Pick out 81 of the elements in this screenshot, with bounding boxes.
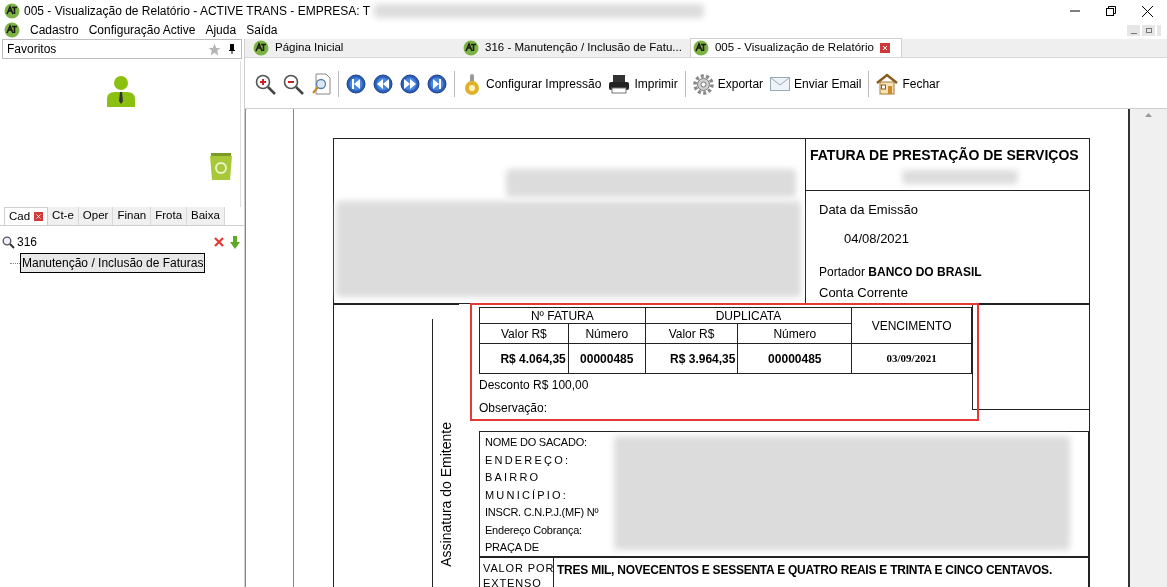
sidebar-tab[interactable]: Cad: [4, 207, 49, 225]
signature-label: Assinatura do Emitente: [436, 422, 455, 567]
star-icon[interactable]: [208, 42, 221, 56]
portador-text: Portador BANCO DO BRASIL: [819, 264, 983, 281]
toolbar-button[interactable]: Fechar: [876, 72, 940, 96]
column-header: VENCIMENTO: [851, 307, 972, 344]
field-label: ENDEREÇO:: [485, 452, 572, 468]
app-logo-icon: [463, 39, 479, 56]
recycle-bin-icon[interactable]: [208, 151, 234, 181]
sidebar-tab[interactable]: Finan: [113, 207, 152, 225]
app-logo-icon: [692, 40, 709, 56]
amount-label: EXTENSO: [483, 576, 543, 587]
column-header: Valor R$: [645, 323, 738, 344]
envelope-icon: [770, 77, 791, 91]
restore-icon[interactable]: [1106, 6, 1116, 16]
tree-item[interactable]: Manutenção / Inclusão de Faturas: [20, 253, 206, 273]
table-cell: 03/09/2021: [851, 343, 972, 374]
emission-date: 04/08/2021: [844, 229, 911, 248]
menu-item[interactable]: Ajuda: [205, 21, 237, 39]
house-icon: [876, 73, 899, 95]
toolbar-button[interactable]: Configurar Impressão: [462, 72, 602, 96]
table-cell: R$ 4.064,35: [479, 343, 569, 374]
field-label: NOME DO SACADO:: [485, 435, 588, 450]
document-tab[interactable]: Página Inicial: [251, 38, 461, 57]
field-label: BAIRRO: [485, 470, 542, 485]
menu-item[interactable]: Configuração Active: [88, 21, 196, 39]
zoom-page-icon[interactable]: [311, 73, 331, 95]
column-header: DUPLICATA: [645, 307, 852, 324]
window-title: 005 - Visualização de Relatório - ACTIVE TRANS - EMPRESA: T: [24, 3, 371, 20]
column-header: Número: [568, 323, 646, 344]
arrow-icon[interactable]: [230, 235, 240, 249]
app-logo-icon: [4, 3, 20, 19]
sidebar-tab[interactable]: Oper: [78, 207, 114, 225]
discount-text: Desconto R$ 100,00: [479, 377, 590, 394]
document-tab[interactable]: 005 - Visualização de Relatório: [689, 38, 902, 57]
gear-icon: [692, 73, 714, 95]
search-icon: [2, 235, 15, 249]
table-cell: 00000485: [737, 343, 852, 374]
minimize-button[interactable]: [1127, 24, 1140, 36]
account-label: Conta Corrente: [819, 284, 909, 302]
amount-in-words: TRES MIL, NOVECENTOS E SESSENTA E QUATRO REAIS E TRINTA E CINCO CENTAVOS.: [556, 562, 1052, 579]
favorites-title: Favoritos: [7, 41, 57, 58]
field-label: MUNICÍPIO:: [485, 487, 570, 503]
column-header: Nº FATURA: [479, 307, 646, 324]
last-page-icon[interactable]: [427, 74, 447, 94]
up-arrow-icon[interactable]: [1145, 113, 1152, 117]
document-tab[interactable]: 316 - Manutenção / Inclusão de Fatu...: [461, 38, 690, 57]
emission-label: Data da Emissão: [819, 201, 919, 219]
toolbar-button[interactable]: Exportar: [692, 72, 764, 96]
invoice-title: FATURA DE PRESTAÇÃO DE SERVIÇOS: [810, 146, 1080, 165]
column-header: Valor R$: [479, 323, 569, 344]
sidebar-tab[interactable]: Frota: [151, 207, 188, 225]
sidebar-tab[interactable]: Ct-e: [48, 207, 79, 225]
toolbar-button[interactable]: Enviar Email: [770, 72, 862, 96]
field-label: INSCR. C.N.P.J.(MF) Nº: [485, 505, 600, 520]
field-label: PRAÇA DE: [485, 540, 540, 555]
app-logo-icon: [4, 22, 20, 38]
zoom-out-icon[interactable]: [283, 73, 304, 95]
first-page-icon[interactable]: [346, 74, 366, 94]
table-cell: 00000485: [568, 343, 646, 374]
field-label: Endereço Cobrança:: [485, 522, 583, 538]
sidebar-tab[interactable]: Baixa: [187, 207, 225, 225]
close-icon[interactable]: [1142, 5, 1153, 17]
menu-item[interactable]: Saída: [246, 21, 278, 39]
scrollbar[interactable]: [1130, 109, 1167, 587]
pin-icon[interactable]: [229, 44, 235, 54]
print-settings-icon: [462, 73, 482, 95]
amount-label: VALOR POR: [483, 561, 553, 576]
menu-item[interactable]: Cadastro: [30, 21, 79, 39]
previous-page-icon[interactable]: [373, 74, 393, 94]
printer-icon: [608, 74, 631, 94]
table-cell: R$ 3.964,35: [645, 343, 738, 374]
user-icon: [106, 75, 136, 107]
app-logo-icon: [253, 39, 269, 56]
observation-label: Observação:: [479, 400, 549, 417]
search-field[interactable]: 316: [17, 233, 212, 251]
restore-button[interactable]: [1142, 24, 1155, 36]
zoom-in-icon[interactable]: [255, 73, 276, 95]
next-page-icon[interactable]: [400, 74, 420, 94]
clear-icon[interactable]: [214, 237, 224, 247]
toolbar-button[interactable]: Imprimir: [608, 72, 678, 96]
